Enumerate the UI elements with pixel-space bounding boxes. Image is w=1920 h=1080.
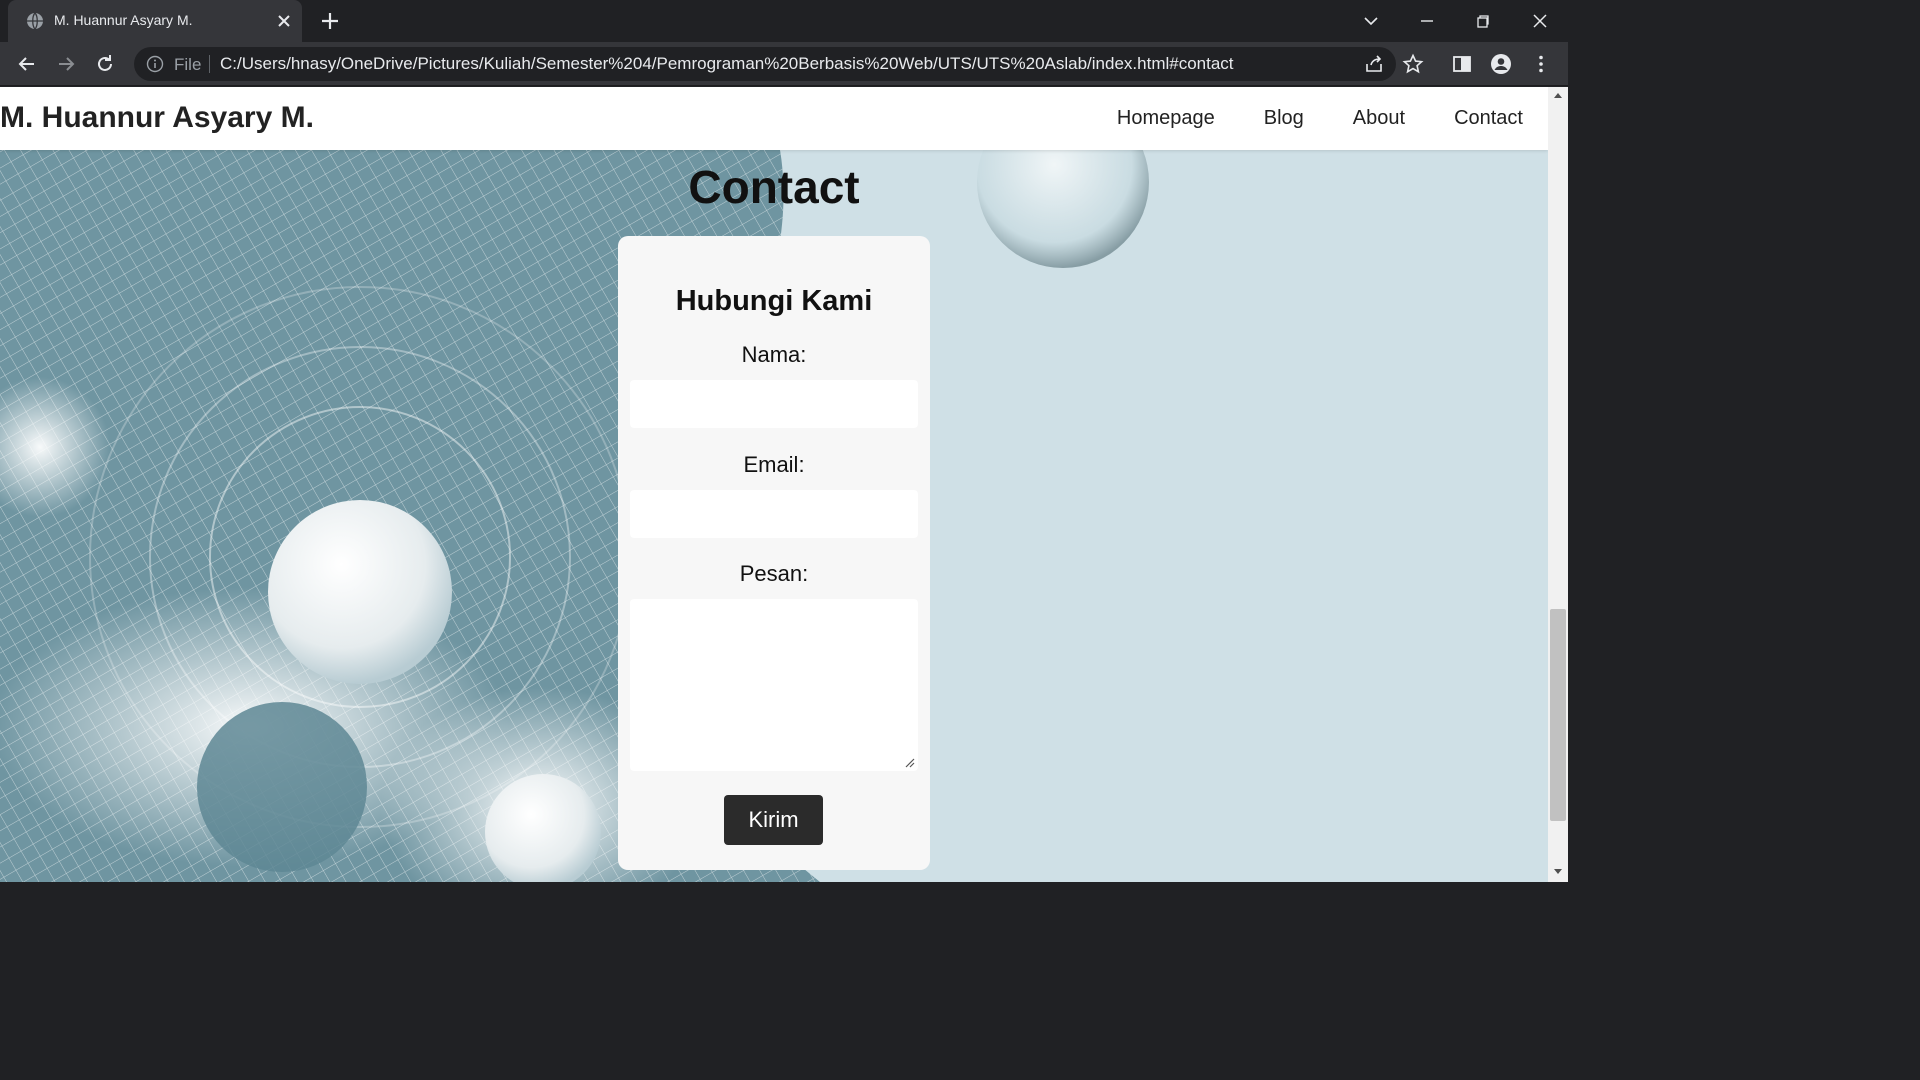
scroll-down-arrow-icon[interactable] bbox=[1554, 869, 1562, 874]
contact-form-heading: Hubungi Kami bbox=[675, 285, 873, 317]
forward-icon[interactable] bbox=[53, 51, 79, 77]
tab-title: M. Huannur Asyary M. bbox=[54, 12, 193, 28]
side-panel-icon[interactable] bbox=[1451, 53, 1473, 75]
submit-button[interactable]: Kirim bbox=[724, 795, 823, 845]
browser-tab-strip: M. Huannur Asyary M. bbox=[0, 0, 1568, 42]
more-menu-icon[interactable] bbox=[1530, 53, 1552, 75]
nav-link-blog[interactable]: Blog bbox=[1264, 107, 1304, 130]
site-logo-title[interactable]: M. Huannur Asyary M. bbox=[0, 101, 314, 135]
globe-icon bbox=[27, 12, 43, 30]
browser-toolbar: File C:/Users/hnasy/OneDrive/Pictures/Ku… bbox=[0, 42, 1568, 86]
email-label: Email: bbox=[743, 452, 805, 477]
nav-link-homepage[interactable]: Homepage bbox=[1117, 107, 1215, 130]
message-textarea[interactable] bbox=[630, 599, 918, 771]
address-url[interactable]: C:/Users/hnasy/OneDrive/Pictures/Kuliah/… bbox=[220, 54, 1234, 74]
new-tab-icon[interactable] bbox=[318, 9, 342, 33]
reload-icon[interactable] bbox=[92, 51, 118, 77]
address-bar[interactable]: File C:/Users/hnasy/OneDrive/Pictures/Ku… bbox=[134, 47, 1396, 81]
close-window-icon[interactable] bbox=[1527, 8, 1553, 34]
name-input[interactable] bbox=[630, 380, 918, 428]
textarea-resize-handle-icon[interactable] bbox=[905, 758, 915, 768]
message-label: Pesan: bbox=[739, 561, 809, 586]
email-input[interactable] bbox=[630, 490, 918, 538]
contact-section-title: Contact bbox=[688, 161, 860, 213]
close-tab-icon[interactable] bbox=[274, 11, 294, 31]
page-scrollbar[interactable] bbox=[1548, 87, 1568, 882]
back-icon[interactable] bbox=[14, 51, 40, 77]
page-viewport: M. Huannur Asyary M. Homepage Blog About… bbox=[0, 87, 1548, 882]
contact-form-card: Hubungi Kami Nama: Email: Pesan: Kirim bbox=[618, 236, 930, 870]
address-separator bbox=[209, 55, 210, 73]
share-icon[interactable] bbox=[1364, 54, 1384, 74]
scroll-up-arrow-icon[interactable] bbox=[1554, 93, 1562, 98]
nav-link-contact[interactable]: Contact bbox=[1454, 107, 1523, 130]
site-nav: Homepage Blog About Contact bbox=[1117, 107, 1523, 130]
name-label: Nama: bbox=[741, 342, 807, 367]
minimize-icon[interactable] bbox=[1414, 8, 1440, 34]
profile-avatar-icon[interactable] bbox=[1490, 53, 1512, 75]
browser-tab-active[interactable]: M. Huannur Asyary M. bbox=[8, 0, 302, 42]
address-scheme-label: File bbox=[174, 55, 202, 74]
nav-link-about[interactable]: About bbox=[1353, 107, 1405, 130]
info-icon[interactable] bbox=[146, 55, 164, 73]
site-header: M. Huannur Asyary M. Homepage Blog About… bbox=[0, 87, 1548, 150]
restore-icon[interactable] bbox=[1470, 8, 1496, 34]
tab-search-chevron-icon[interactable] bbox=[1358, 8, 1384, 34]
bookmark-star-icon[interactable] bbox=[1402, 53, 1424, 75]
scrollbar-thumb[interactable] bbox=[1550, 609, 1566, 821]
